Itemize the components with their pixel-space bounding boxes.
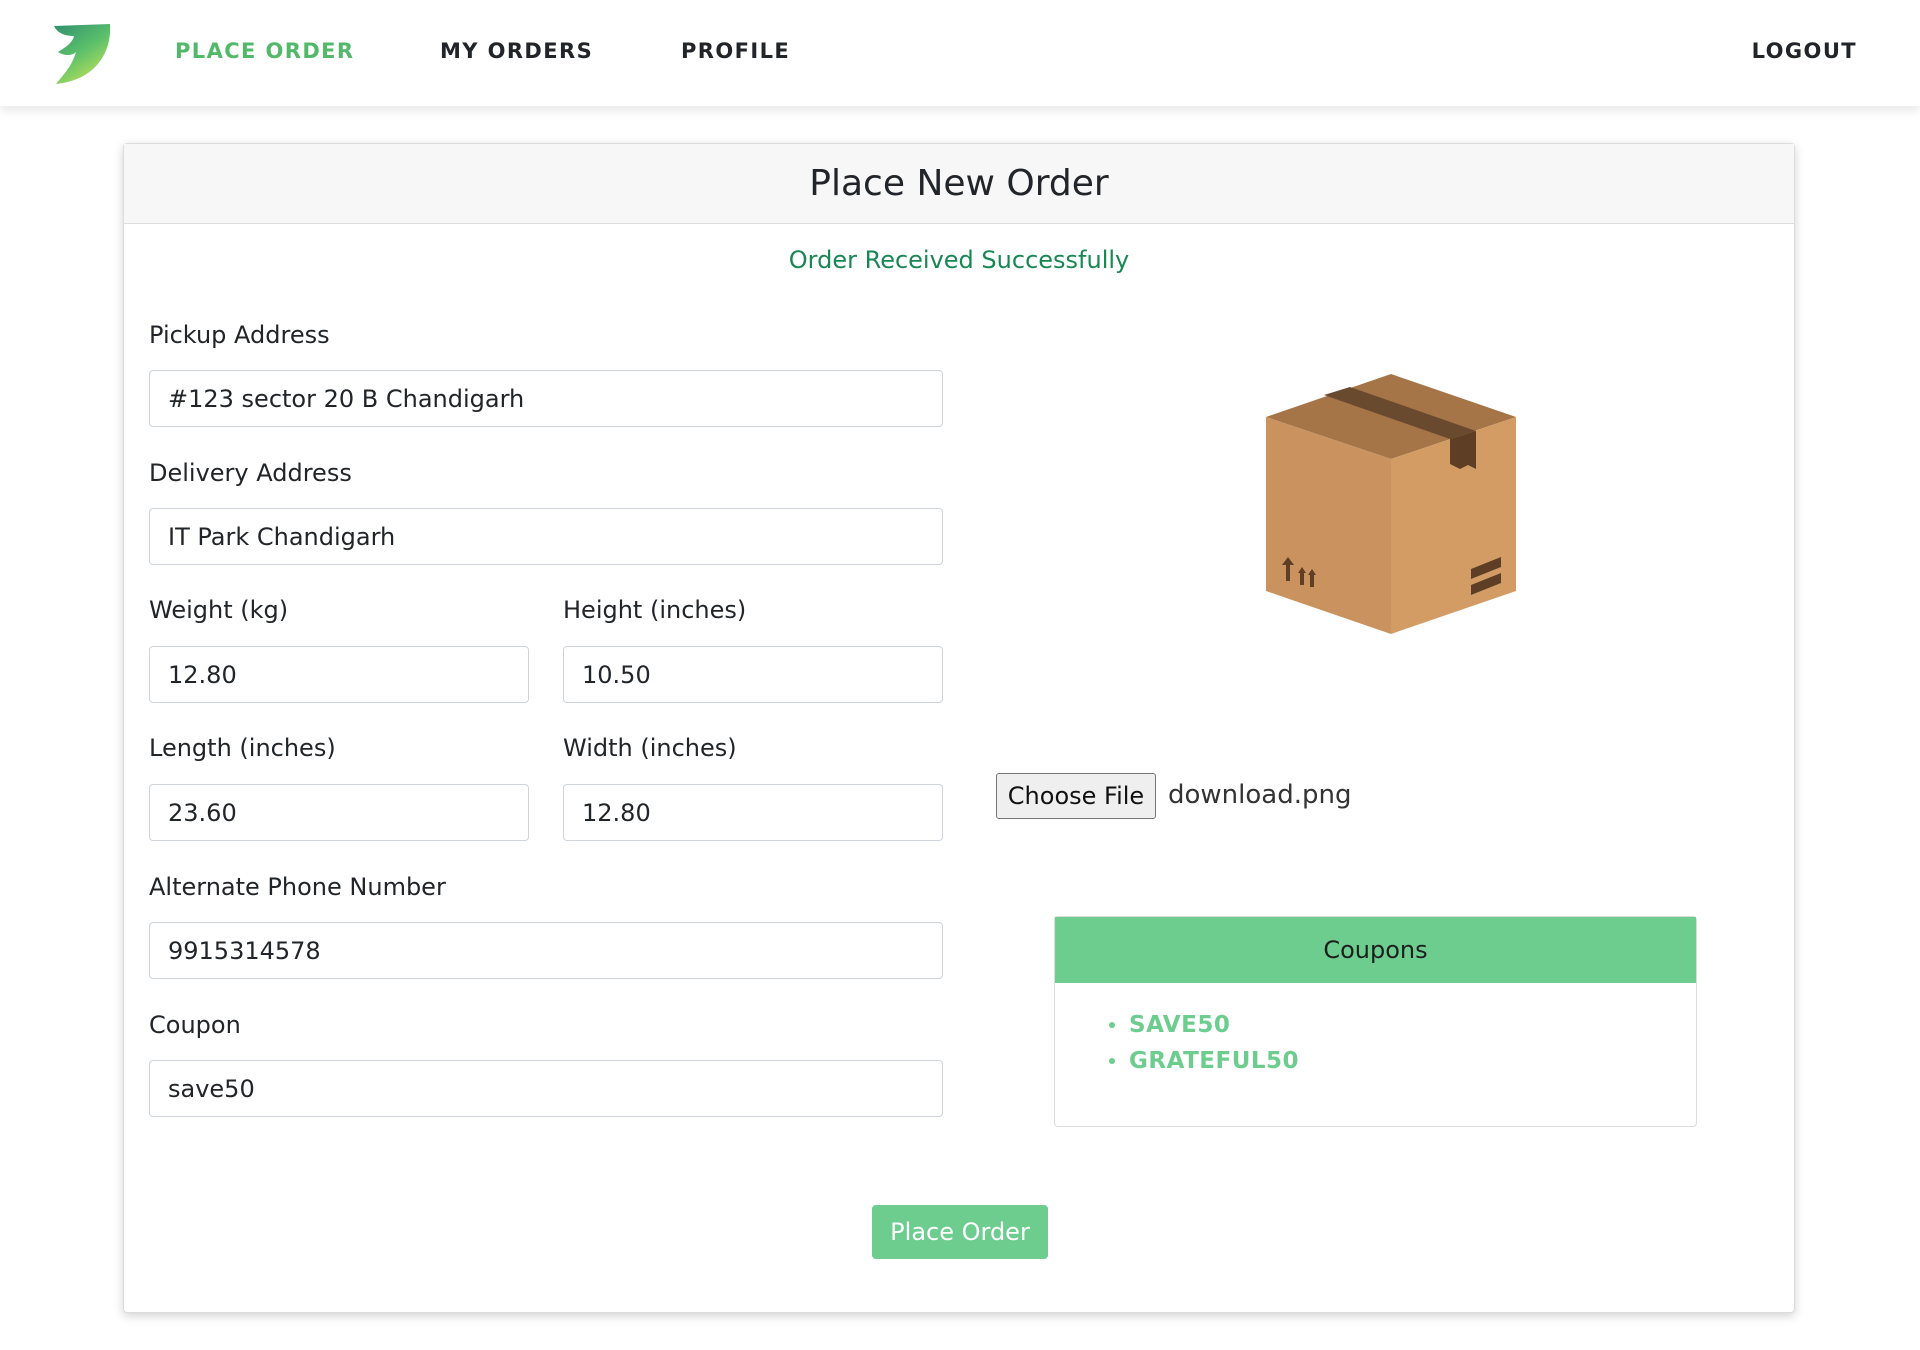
coupons-panel: Coupons SAVE50 GRATEFUL50 — [1054, 916, 1697, 1127]
nav-place-order[interactable]: PLACE ORDER — [175, 37, 354, 65]
nav-profile[interactable]: PROFILE — [681, 37, 790, 65]
page-title: Place New Order — [809, 163, 1109, 204]
weight-label: Weight (kg) — [149, 596, 289, 624]
width-input[interactable] — [563, 784, 943, 841]
nav-my-orders[interactable]: MY ORDERS — [440, 37, 593, 65]
logout-link[interactable]: LOGOUT — [1752, 37, 1857, 65]
coupons-header: Coupons — [1055, 917, 1696, 983]
height-input[interactable] — [563, 646, 943, 703]
coupon-input[interactable] — [149, 1060, 943, 1117]
pickup-address-label: Pickup Address — [149, 321, 330, 349]
weight-input[interactable] — [149, 646, 529, 703]
alternate-phone-label: Alternate Phone Number — [149, 873, 446, 901]
length-input[interactable] — [149, 784, 529, 841]
width-label: Width (inches) — [563, 734, 737, 762]
delivery-address-label: Delivery Address — [149, 459, 352, 487]
cardboard-box-icon — [1266, 374, 1516, 634]
leaf-logo-icon[interactable] — [50, 22, 114, 86]
choose-file-button[interactable]: Choose File — [996, 773, 1156, 819]
alternate-phone-input[interactable] — [149, 922, 943, 979]
place-order-button[interactable]: Place Order — [872, 1205, 1048, 1259]
selected-file-name: download.png — [1168, 780, 1352, 810]
height-label: Height (inches) — [563, 596, 747, 624]
place-order-card: Place New Order Order Received Successfu… — [123, 143, 1795, 1313]
coupons-list: SAVE50 GRATEFUL50 — [1055, 983, 1696, 1079]
top-navbar: PLACE ORDER MY ORDERS PROFILE LOGOUT — [0, 0, 1920, 106]
coupon-item: GRATEFUL50 — [1109, 1043, 1696, 1079]
coupon-label: Coupon — [149, 1011, 241, 1039]
coupon-item: SAVE50 — [1109, 1007, 1696, 1043]
card-header: Place New Order — [124, 144, 1794, 224]
pickup-address-input[interactable] — [149, 370, 943, 427]
success-message: Order Received Successfully — [788, 246, 1130, 274]
length-label: Length (inches) — [149, 734, 336, 762]
delivery-address-input[interactable] — [149, 508, 943, 565]
